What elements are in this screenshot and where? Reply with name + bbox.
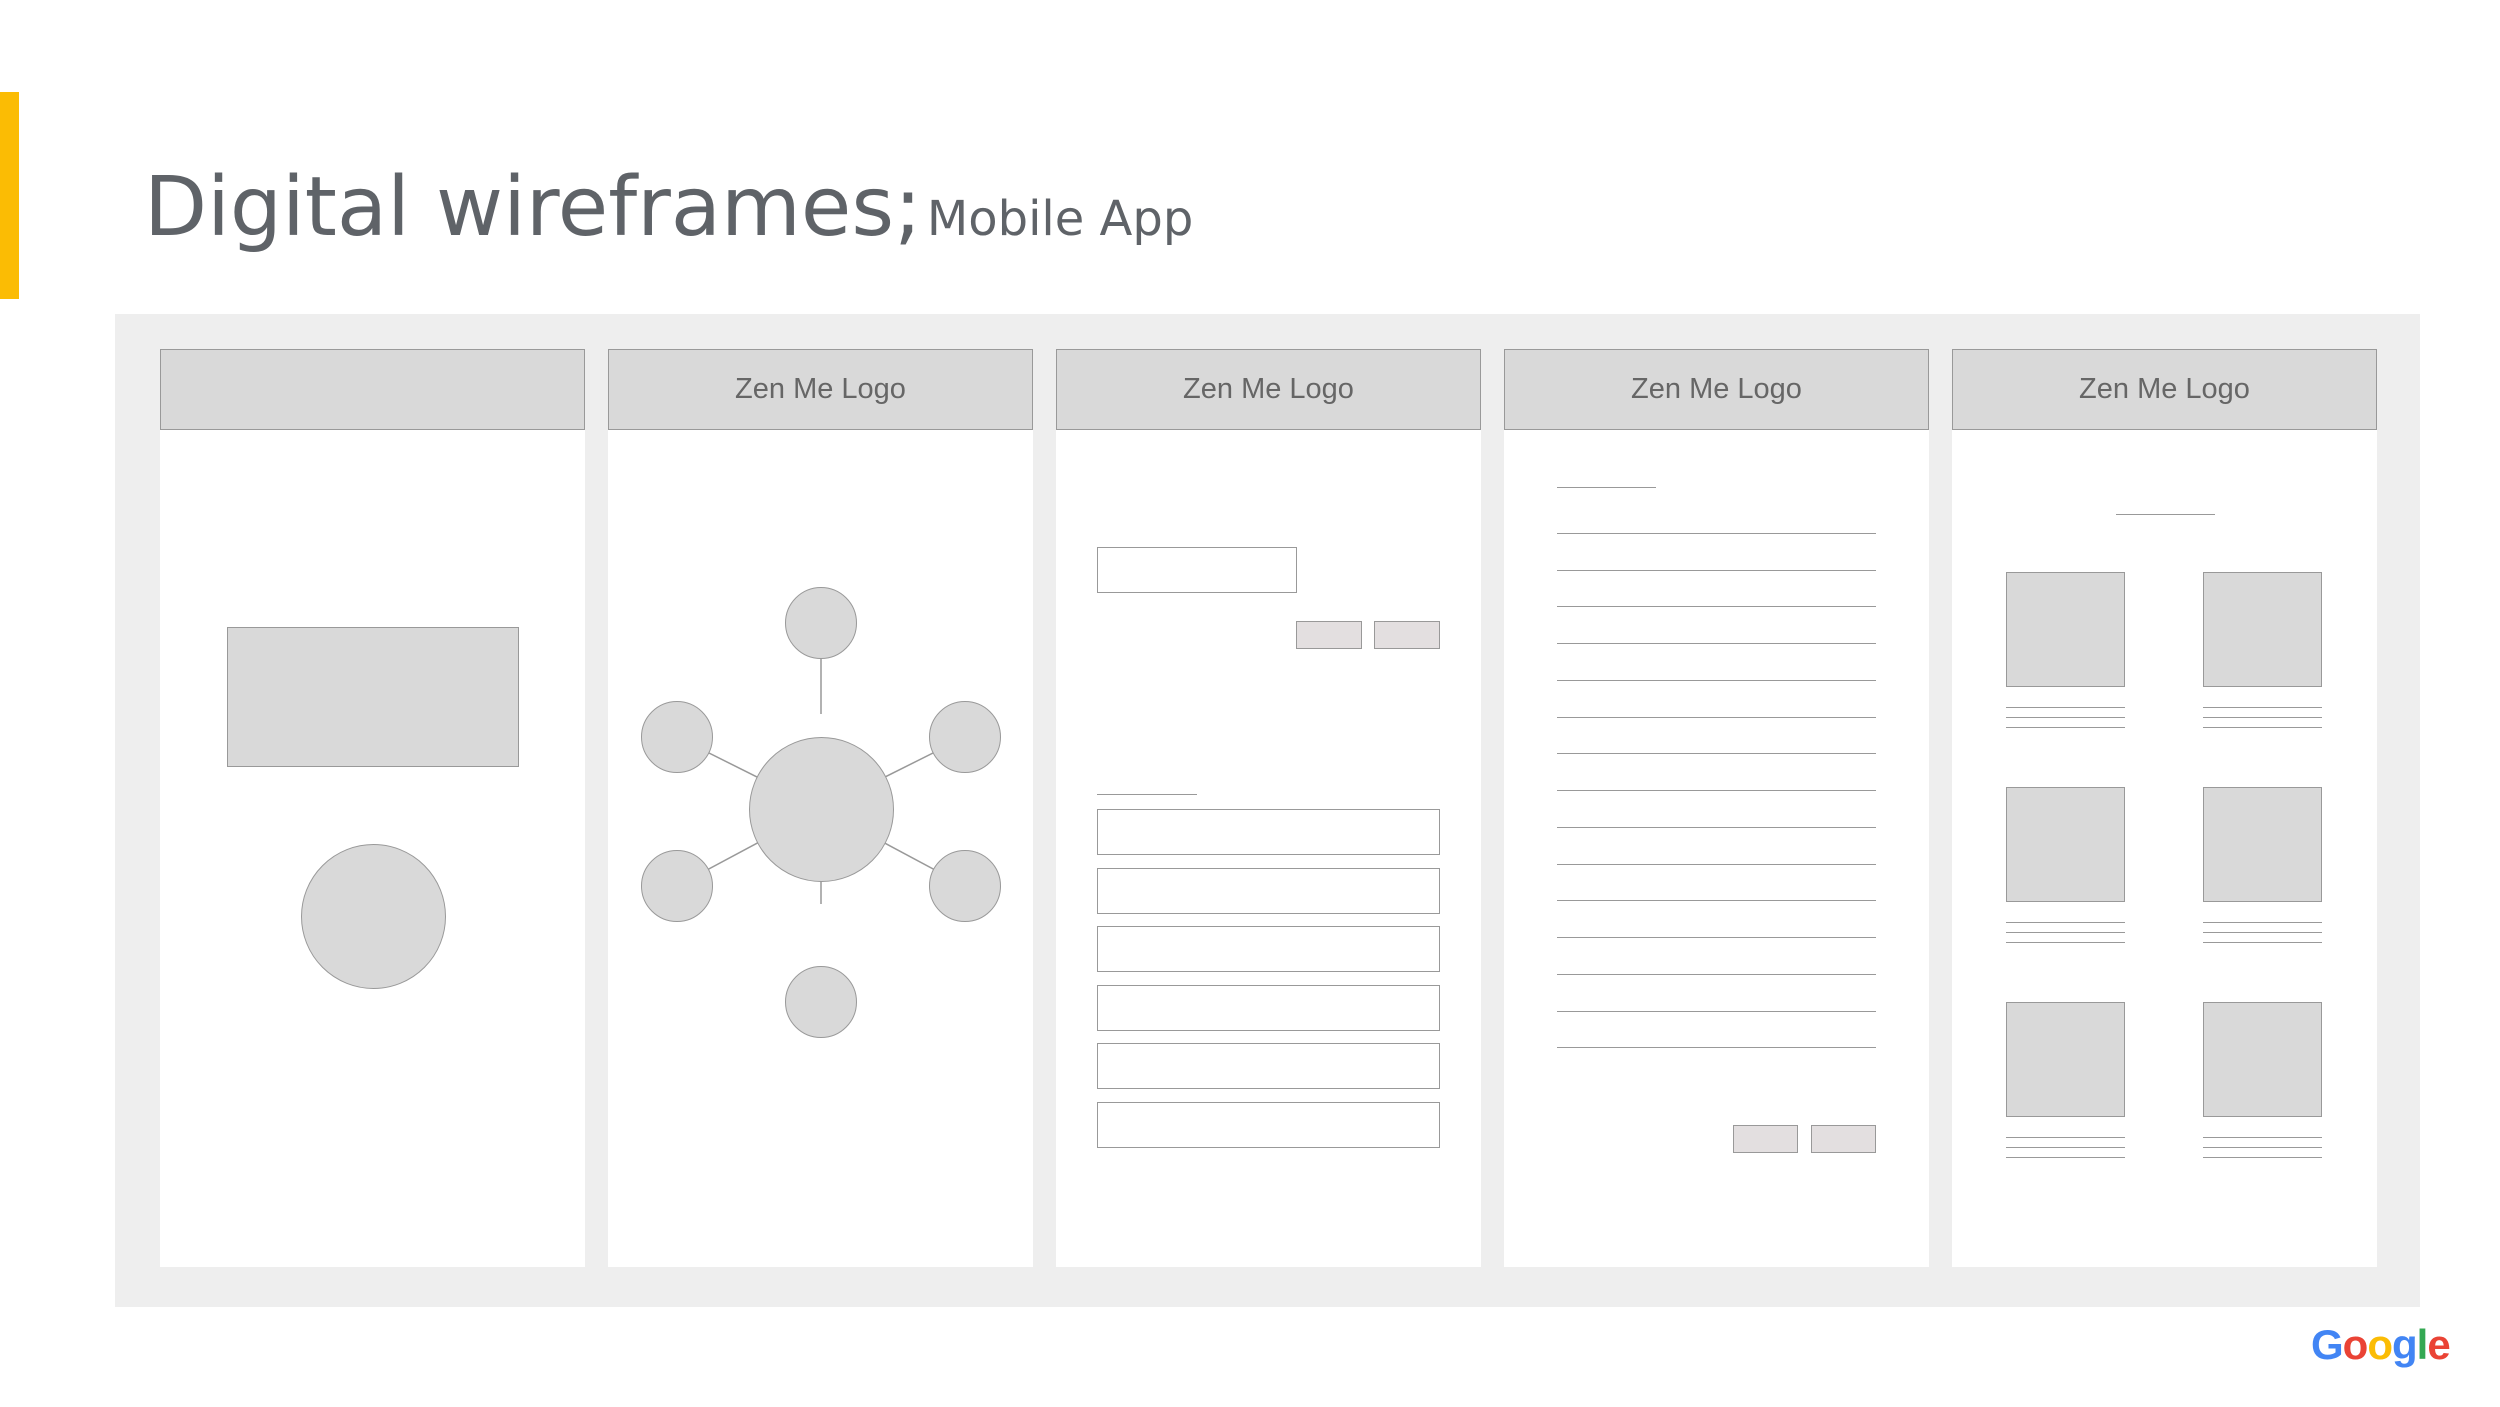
title-subtitle: Mobile App (926, 191, 1194, 247)
grid-image-placeholder (2006, 572, 2125, 687)
hub-node-bottom (785, 966, 857, 1038)
text-line-placeholder (1557, 753, 1876, 754)
text-line-placeholder (1557, 937, 1876, 938)
caption-line (2006, 922, 2125, 923)
caption-line (2006, 932, 2125, 933)
accent-bar (0, 92, 19, 299)
field-placeholder (1097, 926, 1440, 972)
caption-line (2203, 1157, 2322, 1158)
text-line-placeholder (1557, 717, 1876, 718)
text-line-placeholder (1557, 827, 1876, 828)
text-line-placeholder (1557, 487, 1656, 488)
caption-line (2006, 1137, 2125, 1138)
caption-line (2203, 707, 2322, 708)
title-main: Digital wireframes; (144, 160, 922, 255)
image-placeholder (227, 627, 519, 767)
caption-line (2203, 922, 2322, 923)
grid-image-placeholder (2203, 572, 2322, 687)
text-line-placeholder (1557, 864, 1876, 865)
field-placeholder (1097, 809, 1440, 855)
hub-node-upper-left (641, 701, 713, 773)
text-line-placeholder (1097, 794, 1197, 795)
wireframe-screen-form: Zen Me Logo (1056, 349, 1481, 1267)
caption-line (2203, 717, 2322, 718)
text-line-placeholder (1557, 1047, 1876, 1048)
grid-image-placeholder (2006, 1002, 2125, 1117)
text-line-placeholder (2116, 514, 2215, 515)
wireframe-board: Zen Me Logo Zen Me Logo Zen Me Logo Zen … (115, 314, 2420, 1307)
text-line-placeholder (1557, 790, 1876, 791)
logo-letter: g (2391, 1321, 2418, 1368)
field-placeholder (1097, 1102, 1440, 1148)
caption-line (2006, 1147, 2125, 1148)
wireframe-screen-splash (160, 349, 585, 1267)
hub-node-lower-right (929, 850, 1001, 922)
caption-line (2203, 942, 2322, 943)
wireframe-header-logo: Zen Me Logo (1056, 349, 1481, 430)
button-placeholder (1811, 1125, 1876, 1153)
button-placeholder (1374, 621, 1440, 649)
wireframe-header-logo: Zen Me Logo (1504, 349, 1929, 430)
text-line-placeholder (1557, 974, 1876, 975)
caption-line (2006, 727, 2125, 728)
grid-image-placeholder (2203, 787, 2322, 902)
logo-letter: l (2416, 1321, 2429, 1368)
wireframe-screen-grid: Zen Me Logo (1952, 349, 2377, 1267)
caption-line (2006, 707, 2125, 708)
wireframe-screen-text: Zen Me Logo (1504, 349, 1929, 1267)
logo-letter: e (2427, 1321, 2450, 1368)
hub-center-circle (749, 737, 894, 882)
logo-letter: o (2342, 1321, 2369, 1368)
text-line-placeholder (1557, 680, 1876, 681)
wireframe-screen-hub: Zen Me Logo (608, 349, 1033, 1267)
caption-line (2203, 1137, 2322, 1138)
caption-line (2203, 932, 2322, 933)
caption-line (2203, 1147, 2322, 1148)
text-line-placeholder (1557, 606, 1876, 607)
google-logo: Google (2311, 1321, 2451, 1369)
wireframe-header-empty (160, 349, 585, 430)
hub-node-top (785, 587, 857, 659)
field-placeholder (1097, 985, 1440, 1031)
button-placeholder (1733, 1125, 1798, 1153)
logo-letter: o (2367, 1321, 2393, 1368)
caption-line (2006, 717, 2125, 718)
caption-line (2006, 1157, 2125, 1158)
hub-node-upper-right (929, 701, 1001, 773)
caption-line (2203, 727, 2322, 728)
hub-node-lower-left (641, 850, 713, 922)
input-placeholder (1097, 547, 1297, 593)
grid-image-placeholder (2006, 787, 2125, 902)
grid-image-placeholder (2203, 1002, 2322, 1117)
field-placeholder (1097, 1043, 1440, 1089)
text-line-placeholder (1557, 643, 1876, 644)
caption-line (2006, 942, 2125, 943)
text-line-placeholder (1557, 570, 1876, 571)
wireframe-header-logo: Zen Me Logo (1952, 349, 2377, 430)
button-placeholder (1296, 621, 1362, 649)
page-title: Digital wireframes; Mobile App (144, 160, 1193, 255)
circle-placeholder (301, 844, 446, 989)
text-line-placeholder (1557, 900, 1876, 901)
field-placeholder (1097, 868, 1440, 914)
text-line-placeholder (1557, 533, 1876, 534)
text-line-placeholder (1557, 1011, 1876, 1012)
logo-letter: G (2311, 1321, 2344, 1368)
